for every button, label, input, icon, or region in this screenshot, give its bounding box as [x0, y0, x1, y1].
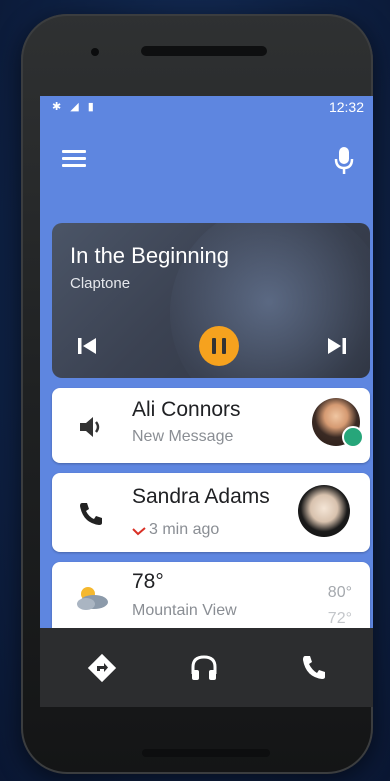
temperature-high: 80°: [327, 584, 352, 601]
call-card[interactable]: Sandra Adams 3 min ago: [52, 473, 370, 552]
top-bar: [40, 118, 373, 204]
status-bar: ✱ ◢ ▮ 12:32: [40, 96, 373, 118]
avatar: [298, 485, 350, 537]
phone-icon: [80, 503, 102, 525]
android-auto-screen: ✱ ◢ ▮ 12:32 In the Beginning Claptone Al…: [40, 96, 373, 707]
phone-icon[interactable]: [298, 652, 330, 684]
message-badge-icon: [342, 426, 364, 448]
bottom-nav: [40, 628, 373, 707]
caller-name: Sandra Adams: [132, 485, 270, 508]
skip-next-icon[interactable]: [326, 335, 348, 357]
front-camera: [91, 48, 99, 56]
pause-button[interactable]: [199, 326, 239, 366]
pause-icon: [212, 338, 216, 354]
volume-icon: [80, 417, 100, 437]
status-icons: ✱ ◢ ▮: [52, 101, 97, 113]
mic-icon[interactable]: [333, 145, 355, 177]
headphones-icon[interactable]: [188, 652, 220, 684]
media-card[interactable]: In the Beginning Claptone: [52, 223, 370, 378]
status-time: 12:32: [328, 99, 364, 115]
pause-icon-bar: [222, 338, 226, 354]
skip-previous-icon[interactable]: [76, 335, 98, 357]
song-title: In the Beginning: [70, 243, 230, 268]
contact-name: Ali Connors: [132, 398, 241, 421]
weather-icon: [77, 587, 108, 610]
message-status: New Message: [132, 428, 234, 445]
artist-name: Claptone: [70, 275, 131, 292]
navigation-icon[interactable]: [86, 652, 118, 684]
bottom-speaker: [142, 749, 270, 757]
temperature-low: 72°: [327, 610, 352, 627]
earpiece: [141, 46, 267, 56]
missed-call-icon: [132, 527, 146, 536]
call-time: 3 min ago: [149, 521, 220, 538]
menu-icon[interactable]: [62, 150, 86, 168]
message-card[interactable]: Ali Connors New Message: [52, 388, 370, 463]
temperature: 78°: [132, 570, 164, 593]
location: Mountain View: [132, 602, 237, 619]
weather-card[interactable]: 78° Mountain View 80° 72°: [52, 562, 370, 628]
